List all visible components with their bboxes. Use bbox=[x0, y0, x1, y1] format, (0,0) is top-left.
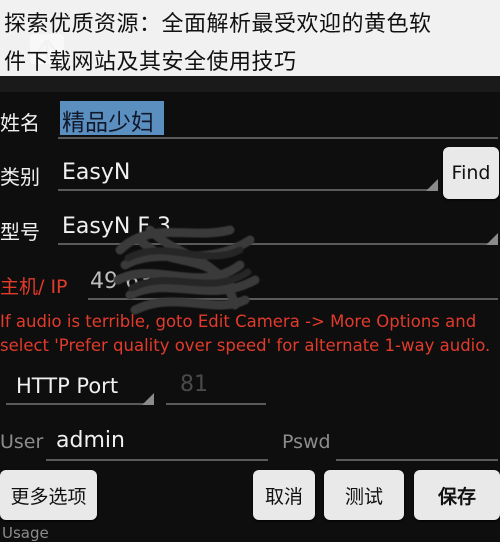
host-label: 主机/ IP bbox=[0, 276, 68, 298]
audio-warning-line-1: If audio is terrible, goto Edit Camera -… bbox=[0, 312, 477, 331]
category-label: 类别 bbox=[0, 165, 40, 189]
caption-line-1: 探索优质资源：全面解析最受欢迎的黄色软 bbox=[4, 12, 432, 37]
caption-overlay: 探索优质资源：全面解析最受欢迎的黄色软 件下载网站及其安全使用技巧 bbox=[0, 0, 500, 76]
name-label: 姓名 bbox=[0, 111, 40, 135]
port-type-select[interactable]: HTTP Port bbox=[16, 374, 118, 398]
footer-partial-label: Usage bbox=[2, 524, 49, 542]
port-input[interactable]: 81 bbox=[180, 372, 208, 397]
pswd-label: Pswd bbox=[282, 431, 331, 453]
model-label: 型号 bbox=[0, 220, 40, 244]
test-button[interactable]: 测试 bbox=[324, 470, 404, 520]
user-underline bbox=[46, 459, 268, 461]
save-button[interactable]: 保存 bbox=[414, 470, 500, 520]
find-button[interactable]: Find bbox=[443, 147, 499, 199]
pswd-underline bbox=[336, 459, 498, 461]
caption-line-2: 件下载网站及其安全使用技巧 bbox=[4, 50, 297, 75]
name-input[interactable]: 精品少妇 bbox=[62, 103, 154, 137]
audio-warning-line-2: select 'Prefer quality over speed' for a… bbox=[0, 336, 491, 355]
user-label: User bbox=[0, 431, 44, 453]
more-options-button[interactable]: 更多选项 bbox=[0, 470, 97, 520]
category-dropdown-arrow-icon[interactable] bbox=[58, 179, 438, 191]
category-select[interactable]: EasyN bbox=[62, 160, 130, 185]
cancel-button[interactable]: 取消 bbox=[253, 470, 315, 520]
user-input[interactable]: admin bbox=[56, 428, 125, 453]
port-underline bbox=[166, 403, 266, 405]
port-type-dropdown-arrow-icon[interactable] bbox=[6, 393, 154, 405]
name-underline bbox=[58, 137, 498, 139]
